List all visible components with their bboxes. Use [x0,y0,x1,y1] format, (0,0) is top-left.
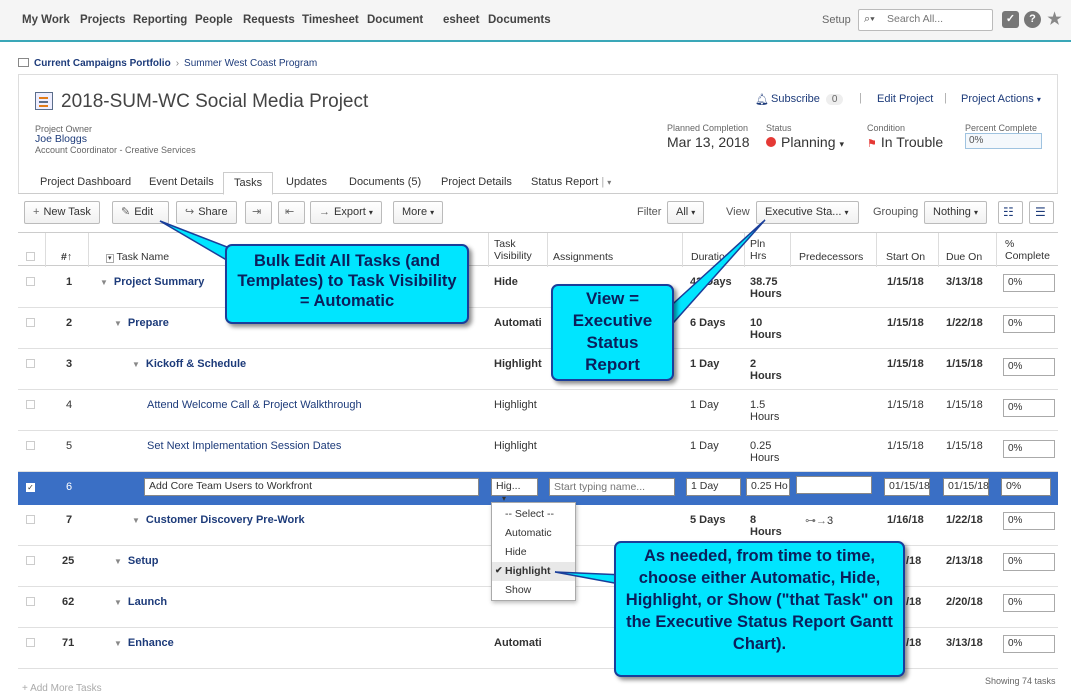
callout-pointers [159,219,766,586]
as-needed-callout: As needed, from time to time, choose eit… [614,541,905,677]
view-pointer [662,219,766,324]
task-count: Showing 74 tasks [985,676,1056,686]
add-more-tasks-link[interactable]: + Add More Tasks [22,683,102,694]
view-callout: View = Executive Status Report [551,284,674,381]
bulk-edit-callout: Bulk Edit All Tasks (and Templates) to T… [225,244,469,324]
